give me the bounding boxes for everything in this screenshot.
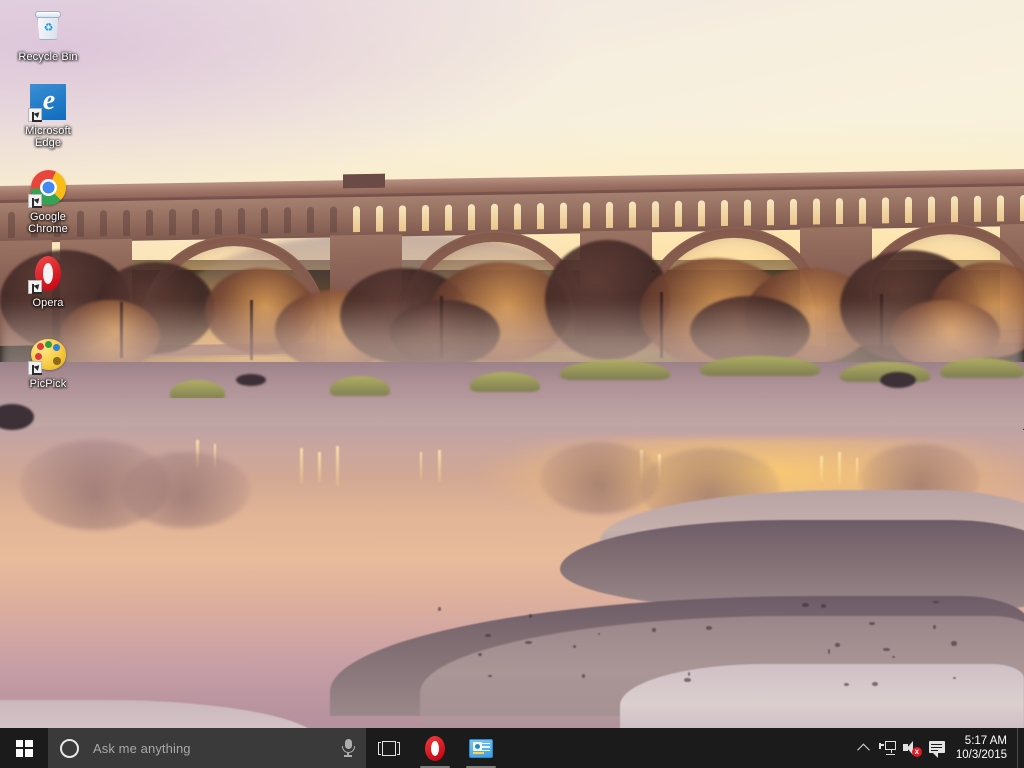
network-icon (879, 741, 896, 755)
task-view-icon (378, 741, 400, 756)
clock-time: 5:17 AM (965, 734, 1007, 748)
opera-icon (28, 254, 68, 294)
opera-icon (425, 736, 445, 761)
microsoft-edge-icon: e (28, 82, 68, 122)
shortcut-arrow-icon (28, 108, 42, 122)
desktop-icon-recycle-bin[interactable]: ♻ Recycle Bin (10, 2, 86, 64)
action-center-button[interactable] (924, 728, 950, 768)
desktop-icon-label: Microsoft Edge (25, 125, 71, 150)
shortcut-arrow-icon (28, 361, 42, 375)
show-hidden-icons-button[interactable] (852, 728, 876, 768)
desktop[interactable]: ♻ Recycle Bin e Microsoft Edge Google Ch… (0, 0, 1024, 768)
speaker-muted-icon: x (903, 741, 921, 755)
search-input[interactable]: Ask me anything (48, 728, 366, 768)
clock-date: 10/3/2015 (956, 748, 1007, 762)
desktop-icon-picpick[interactable]: PicPick (10, 329, 86, 391)
taskbar-button-mail[interactable] (458, 728, 504, 768)
start-button[interactable] (0, 728, 48, 768)
picpick-icon (28, 335, 68, 375)
desktop-icon-label: Google Chrome (28, 211, 68, 236)
desktop-icon-label: PicPick (30, 378, 67, 391)
microphone-icon[interactable] (340, 739, 356, 757)
desktop-icon-column: ♻ Recycle Bin e Microsoft Edge Google Ch… (0, 0, 96, 403)
desktop-icon-label: Recycle Bin (18, 51, 77, 64)
mail-app-icon (469, 739, 493, 758)
windows-logo-icon (16, 740, 33, 757)
chevron-up-icon (857, 743, 870, 756)
network-button[interactable] (876, 728, 900, 768)
taskbar-clock[interactable]: 5:17 AM 10/3/2015 (950, 728, 1017, 768)
cortana-ring-icon (60, 739, 79, 758)
volume-button[interactable]: x (900, 728, 924, 768)
desktop-icon-opera[interactable]: Opera (10, 248, 86, 310)
task-view-button[interactable] (366, 728, 412, 768)
google-chrome-icon (28, 168, 68, 208)
recycle-bin-icon: ♻ (28, 8, 68, 48)
search-placeholder: Ask me anything (93, 741, 340, 756)
system-tray: x 5:17 AM 10/3/2015 (852, 728, 1024, 768)
taskbar-button-opera[interactable] (412, 728, 458, 768)
desktop-icon-microsoft-edge[interactable]: e Microsoft Edge (10, 76, 86, 150)
taskbar[interactable]: Ask me anything (0, 728, 1024, 768)
viaduct-parapet (343, 174, 385, 189)
show-desktop-button[interactable] (1017, 728, 1024, 768)
shortcut-arrow-icon (28, 194, 42, 208)
desktop-wallpaper (0, 0, 1024, 768)
desktop-icon-google-chrome[interactable]: Google Chrome (10, 162, 86, 236)
action-center-icon (929, 741, 945, 755)
taskbar-empty-area[interactable] (504, 728, 852, 768)
shortcut-arrow-icon (28, 280, 42, 294)
taskbar-buttons (366, 728, 504, 768)
desktop-icon-label: Opera (32, 297, 63, 310)
mute-badge: x (912, 747, 922, 757)
